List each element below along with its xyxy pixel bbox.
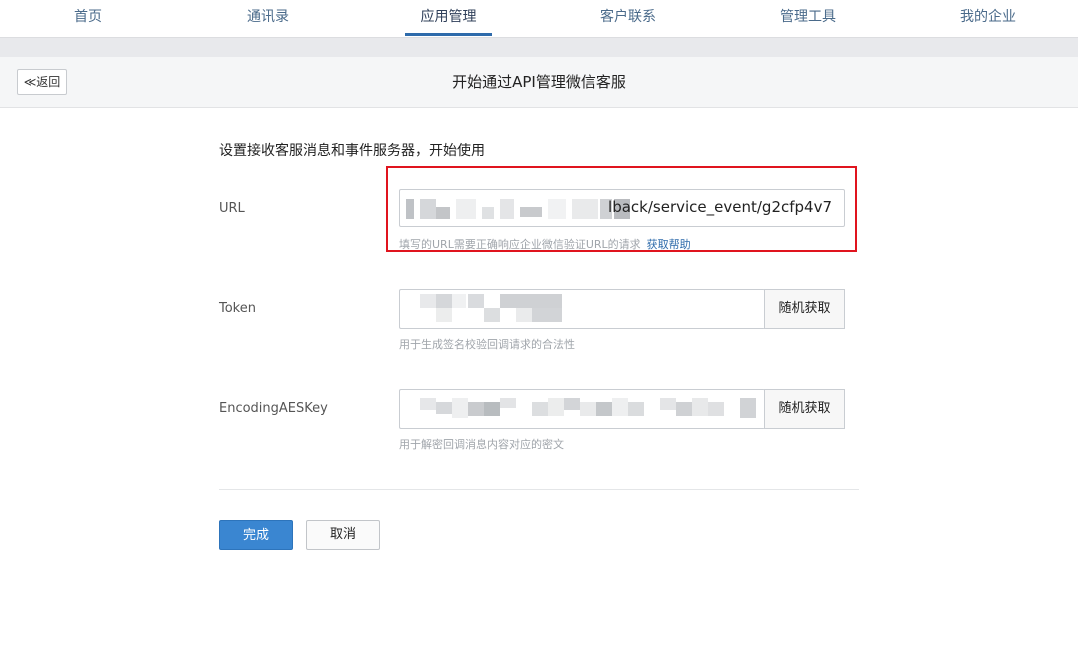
nav-item-management-tools[interactable]: 管理工具 <box>768 0 848 37</box>
redacted-pixel-block <box>548 199 566 219</box>
token-random-button[interactable]: 随机获取 <box>764 289 845 329</box>
redacted-pixel-block <box>564 398 580 410</box>
redacted-pixel-block <box>452 398 468 418</box>
url-hint: 填写的URL需要正确响应企业微信验证URL的请求 获取帮助 <box>399 236 691 252</box>
url-hint-text: 填写的URL需要正确响应企业微信验证URL的请求 <box>399 238 641 251</box>
nav-item-customer-contact[interactable]: 客户联系 <box>588 0 668 37</box>
confirm-button[interactable]: 完成 <box>219 520 293 550</box>
redacted-pixel-block <box>436 402 452 414</box>
cancel-button[interactable]: 取消 <box>306 520 380 550</box>
redacted-pixel-block <box>420 294 436 308</box>
aeskey-hint: 用于解密回调消息内容对应的密文 <box>399 438 564 451</box>
redacted-pixel-block <box>628 402 644 416</box>
redacted-pixel-block <box>420 199 436 219</box>
redacted-pixel-block <box>436 207 450 219</box>
redacted-pixel-block <box>468 402 484 416</box>
redacted-pixel-block <box>740 398 756 418</box>
nav-item-app-management[interactable]: 应用管理 <box>405 0 492 37</box>
redacted-pixel-block <box>482 207 494 219</box>
redacted-pixel-block <box>516 308 532 322</box>
top-navigation: 首页 通讯录 应用管理 客户联系 管理工具 我的企业 <box>0 0 1078 37</box>
redacted-pixel-block <box>596 402 612 416</box>
redacted-pixel-block <box>708 402 724 416</box>
redacted-pixel-block <box>436 294 452 308</box>
redacted-pixel-block <box>532 308 562 322</box>
redacted-pixel-block <box>520 207 542 217</box>
redacted-pixel-block <box>572 199 598 219</box>
redacted-pixel-block <box>500 199 514 219</box>
redacted-pixel-block <box>452 294 466 308</box>
redacted-pixel-block <box>484 308 500 322</box>
redacted-pixel-block <box>500 294 562 308</box>
token-label: Token <box>219 301 256 316</box>
active-tab-indicator <box>405 33 492 36</box>
redacted-pixel-block <box>548 398 564 416</box>
aeskey-label: EncodingAESKey <box>219 401 328 416</box>
redacted-pixel-block <box>612 398 628 416</box>
url-input[interactable]: lback/service_event/g2cfp4v7 <box>399 189 845 227</box>
nav-item-home[interactable]: 首页 <box>48 0 128 37</box>
form-intro: 设置接收客服消息和事件服务器，开始使用 <box>219 143 485 159</box>
redacted-pixel-block <box>532 402 548 416</box>
redacted-pixel-block <box>692 398 708 416</box>
redacted-pixel-block <box>580 402 596 416</box>
nav-item-contacts[interactable]: 通讯录 <box>228 0 308 37</box>
get-help-link[interactable]: 获取帮助 <box>647 238 691 251</box>
token-hint: 用于生成签名校验回调请求的合法性 <box>399 338 575 351</box>
redacted-pixel-block <box>436 308 452 322</box>
page-title: 开始通过API管理微信客服 <box>452 73 626 91</box>
aeskey-input[interactable] <box>399 389 765 429</box>
url-value: lback/service_event/g2cfp4v7 <box>608 198 832 216</box>
redacted-pixel-block <box>660 398 676 410</box>
nav-item-my-enterprise[interactable]: 我的企业 <box>948 0 1028 37</box>
page-header: ≪返回 开始通过API管理微信客服 <box>0 57 1078 108</box>
redacted-pixel-block <box>500 398 516 408</box>
redacted-pixel-block <box>484 402 500 416</box>
redacted-pixel-block <box>676 402 692 416</box>
form-divider <box>219 489 859 490</box>
redacted-pixel-block <box>468 294 484 308</box>
redacted-pixel-block <box>420 398 436 410</box>
redacted-pixel-block <box>406 199 414 219</box>
redacted-pixel-block <box>456 199 476 219</box>
nav-separator-band <box>0 37 1078 58</box>
token-input[interactable] <box>399 289 765 329</box>
aeskey-random-button[interactable]: 随机获取 <box>764 389 845 429</box>
url-label: URL <box>219 201 245 216</box>
